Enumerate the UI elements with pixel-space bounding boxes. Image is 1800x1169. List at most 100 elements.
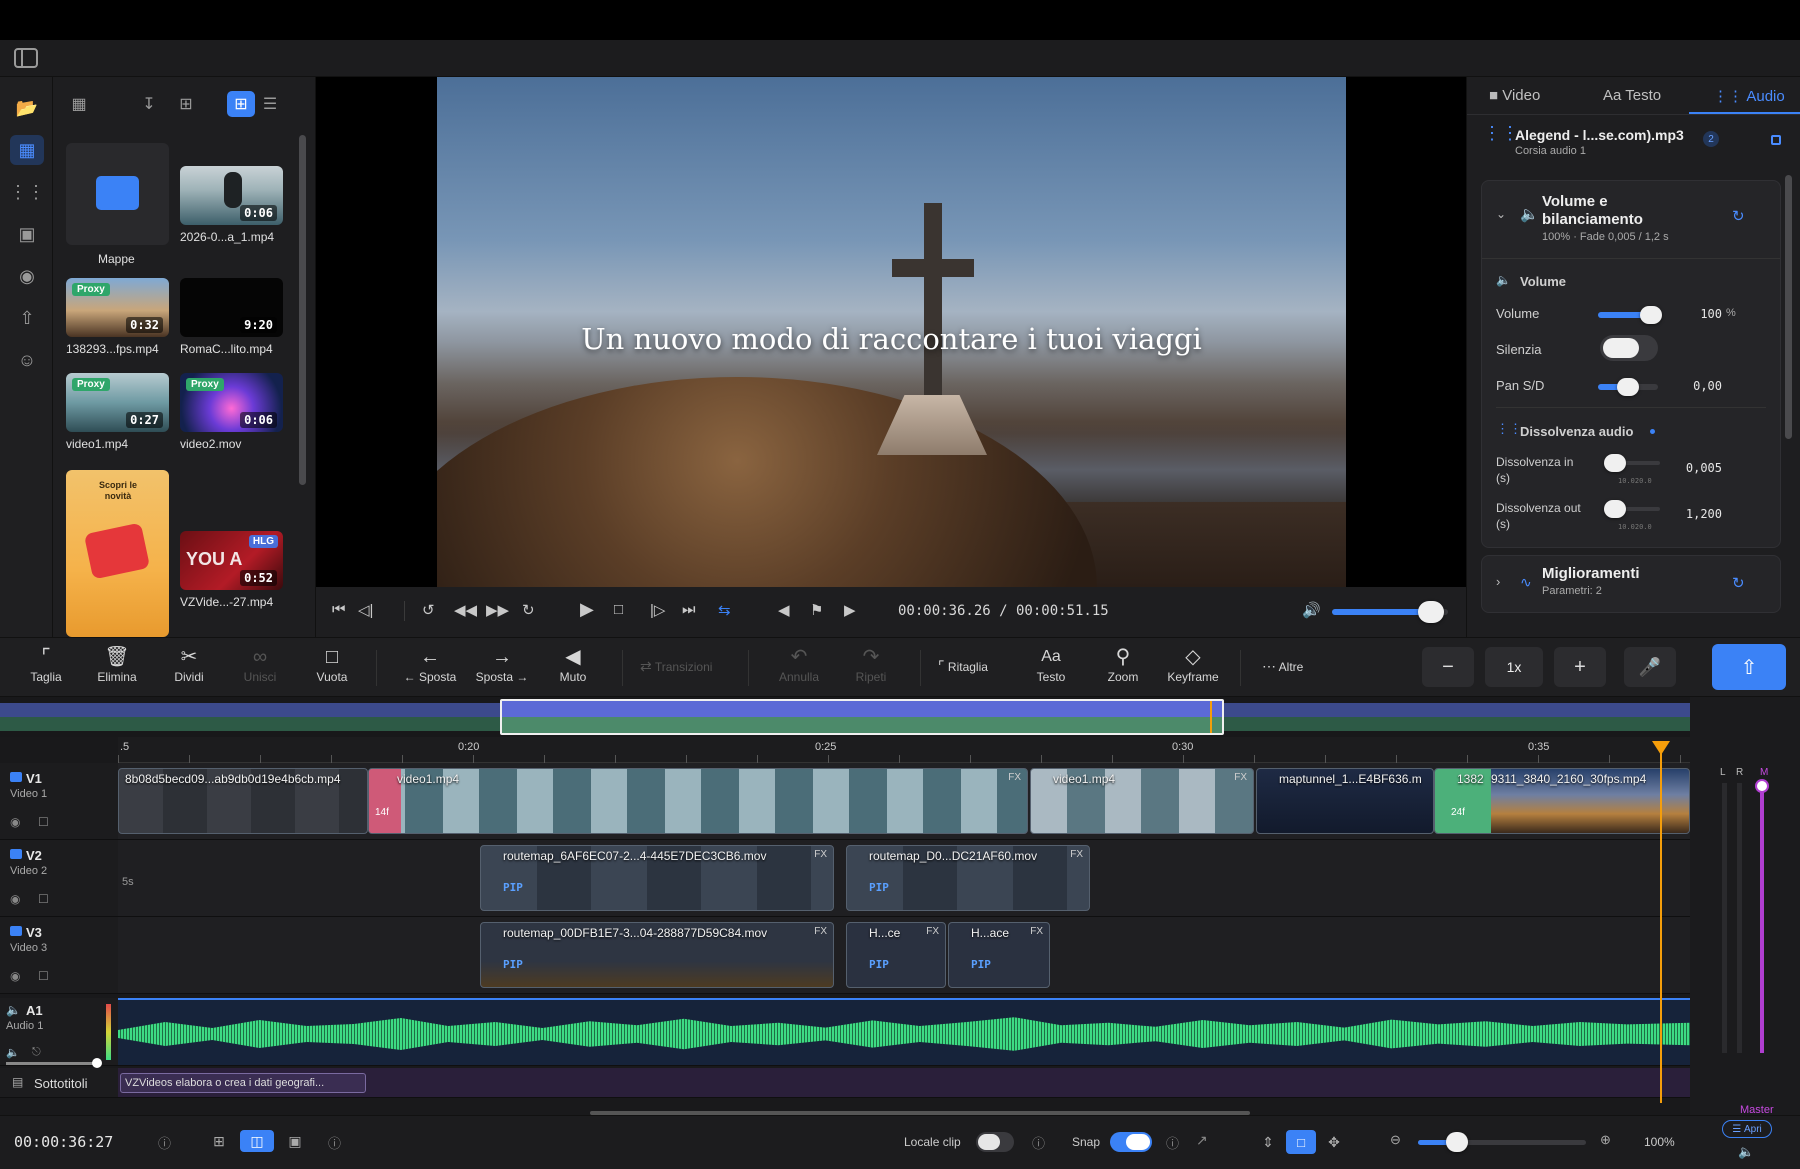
share-icon[interactable]: ⇧ — [10, 303, 44, 333]
fit-vertical-icon[interactable]: ⇕ — [1254, 1130, 1282, 1154]
pan-slider[interactable] — [1598, 378, 1658, 396]
tool-annulla[interactable]: ↶ Annulla — [766, 644, 832, 684]
zoom-out-icon[interactable]: ⊖ — [1390, 1132, 1401, 1148]
tool-muto[interactable]: ◀ Muto — [540, 644, 606, 684]
volume-value[interactable]: 100 — [1668, 307, 1722, 321]
clip-v2[interactable]: routemap_D0...DC21AF60.mov FX PIP — [846, 845, 1090, 911]
microphone-icon[interactable]: 🎤 — [1624, 647, 1676, 687]
reset-icon[interactable]: ↻ — [1732, 574, 1745, 592]
fx-badge[interactable]: FX — [1030, 926, 1043, 937]
audio-waveform[interactable] — [118, 1017, 1690, 1051]
media-thumb[interactable]: 0:06 — [180, 166, 283, 225]
tool-vuota[interactable]: □ Vuota — [299, 644, 365, 684]
play-icon[interactable]: ▶ — [580, 599, 594, 620]
help-icon[interactable]: ⓘ — [1032, 1133, 1045, 1152]
timeline-zoom-slider[interactable] — [1418, 1132, 1586, 1152]
tool-transizioni[interactable]: ⇄ Transizioni — [640, 658, 736, 675]
lock-icon[interactable] — [1771, 135, 1781, 145]
clip-v1[interactable]: maptunnel_1...E4BF636.m — [1256, 768, 1434, 834]
fade-in-slider[interactable] — [1604, 454, 1660, 472]
clip-v3[interactable]: H...ace FX PIP — [948, 922, 1050, 988]
list-view-icon[interactable]: ☰ — [256, 91, 284, 117]
tool-ripeti[interactable]: ↷ Ripeti — [838, 644, 904, 684]
media-folder[interactable] — [66, 143, 169, 245]
preview-frame[interactable]: Un nuovo modo di raccontare i tuoi viagg… — [437, 77, 1346, 587]
film-icon[interactable]: ▦ — [10, 135, 44, 165]
speed-value[interactable]: 1x — [1485, 647, 1543, 687]
subtitle-clip[interactable]: VZVideos elabora o crea i dati geografi.… — [120, 1073, 366, 1093]
inspector-scrollbar[interactable] — [1785, 175, 1792, 439]
tool-dividi[interactable]: ✂ Dividi — [156, 644, 222, 684]
grid-small-icon[interactable]: ⊞ — [172, 91, 200, 117]
tool-altre[interactable]: ⋯ Altre — [1262, 658, 1332, 675]
layout-timeline-icon[interactable]: ◫ — [240, 1130, 274, 1152]
help-icon[interactable]: ⓘ — [1166, 1133, 1179, 1152]
tool-keyframe[interactable]: ◇ Keyframe — [1160, 644, 1226, 684]
snap-toggle[interactable] — [1110, 1132, 1152, 1152]
media-thumb[interactable]: Proxy 0:32 — [66, 278, 169, 337]
media-thumb[interactable]: 9:20 — [180, 278, 283, 337]
sidebar-icon[interactable] — [14, 48, 38, 68]
skip-start-icon[interactable]: ⏮ — [332, 601, 346, 618]
tool-unisci[interactable]: ∞ Unisci — [227, 644, 293, 684]
lock-open-icon[interactable]: ☐ — [38, 815, 49, 829]
speaker-icon[interactable]: 🔊 — [1302, 601, 1321, 619]
fade-in-value[interactable]: 0,005 — [1668, 461, 1722, 475]
eye-icon[interactable]: ◉ — [10, 815, 20, 829]
step-forward-icon[interactable]: ▶▶ — [486, 601, 509, 619]
speaker-small-icon[interactable]: 🔈 — [6, 1046, 20, 1059]
rewind-5-icon[interactable]: ↺ — [422, 601, 435, 619]
chevron-down-icon[interactable]: ⌄ — [1496, 207, 1506, 221]
mark-out-icon[interactable]: ▶ — [844, 601, 856, 619]
fx-badge[interactable]: FX — [1008, 772, 1021, 783]
clip-v3[interactable]: routemap_00DFB1E7-3...04-288877D59C84.mo… — [480, 922, 834, 988]
tool-sposta-right[interactable]: → Sposta → — [469, 644, 535, 684]
tool-taglia[interactable]: ⌜ Taglia — [13, 644, 79, 684]
film-strip-icon[interactable]: ▦ — [65, 91, 93, 117]
ruler[interactable]: .5 0:20 0:25 0:30 0:35 — [118, 737, 1690, 763]
layout-image-icon[interactable]: ▣ — [282, 1130, 308, 1152]
open-mixer-button[interactable]: ☰ Apri — [1722, 1120, 1772, 1138]
zoom-in-icon[interactable]: ⊕ — [1600, 1132, 1611, 1148]
chevron-right-icon[interactable]: › — [1496, 574, 1500, 589]
master-speaker-icon[interactable]: 🔈 — [1738, 1144, 1754, 1160]
media-thumb[interactable]: Proxy 0:06 — [180, 373, 283, 432]
next-marker-icon[interactable]: |▷ — [650, 601, 665, 619]
volume-slider[interactable] — [1598, 306, 1662, 324]
audio-volume-slider[interactable] — [6, 1058, 102, 1068]
fx-badge[interactable]: FX — [1070, 849, 1083, 860]
media-thumb[interactable]: Proxy 0:27 — [66, 373, 169, 432]
tool-testo[interactable]: Aa Testo — [1018, 644, 1084, 684]
folder-plus-icon[interactable]: 📂 — [10, 93, 44, 123]
local-clip-toggle[interactable] — [976, 1132, 1014, 1152]
export-button[interactable]: ⇧ — [1712, 644, 1786, 690]
overview-viewport[interactable] — [500, 699, 1224, 735]
play-in-out-icon[interactable]: □ — [614, 601, 623, 618]
media-thumb-promo[interactable]: Scopri le novità — [66, 470, 169, 637]
pan-value[interactable]: 0,00 — [1668, 379, 1722, 393]
prev-frame-icon[interactable]: ◁| — [358, 601, 373, 619]
media-thumb[interactable]: YOU A HLG 0:52 — [180, 531, 283, 590]
image-icon[interactable]: ▣ — [10, 219, 44, 249]
flag-icon[interactable]: ⚑ — [810, 601, 823, 619]
skip-end-icon[interactable]: ⏭ — [682, 601, 696, 618]
clip-v3[interactable]: H...ce FX PIP — [846, 922, 946, 988]
reset-icon[interactable]: ↻ — [1732, 207, 1745, 225]
master-fader[interactable] — [1755, 779, 1769, 1053]
tool-sposta-left[interactable]: ← ← Sposta — [397, 644, 463, 684]
fit-all-icon[interactable]: ✥ — [1320, 1130, 1348, 1154]
import-icon[interactable]: ↧ — [135, 91, 163, 117]
eye-icon[interactable]: ◉ — [10, 969, 20, 983]
clip-v1[interactable]: 8b08d5becd09...ab9db0d19e4b6cb.mp4 — [118, 768, 368, 834]
headphones-icon[interactable]: ⎋ — [32, 1046, 41, 1059]
help-icon[interactable]: ⓘ — [158, 1133, 171, 1152]
sticker-icon[interactable]: ☺ — [10, 345, 44, 375]
palette-icon[interactable]: ◉ — [10, 261, 44, 291]
forward-5-icon[interactable]: ↻ — [522, 601, 535, 619]
fx-badge[interactable]: FX — [814, 926, 827, 937]
eye-icon[interactable]: ◉ — [10, 892, 20, 906]
clip-v1[interactable]: 14f video1.mp4 FX — [368, 768, 1028, 834]
step-back-icon[interactable]: ◀◀ — [454, 601, 477, 619]
lock-open-icon[interactable]: ☐ — [38, 892, 49, 906]
fx-badge[interactable]: FX — [814, 849, 827, 860]
